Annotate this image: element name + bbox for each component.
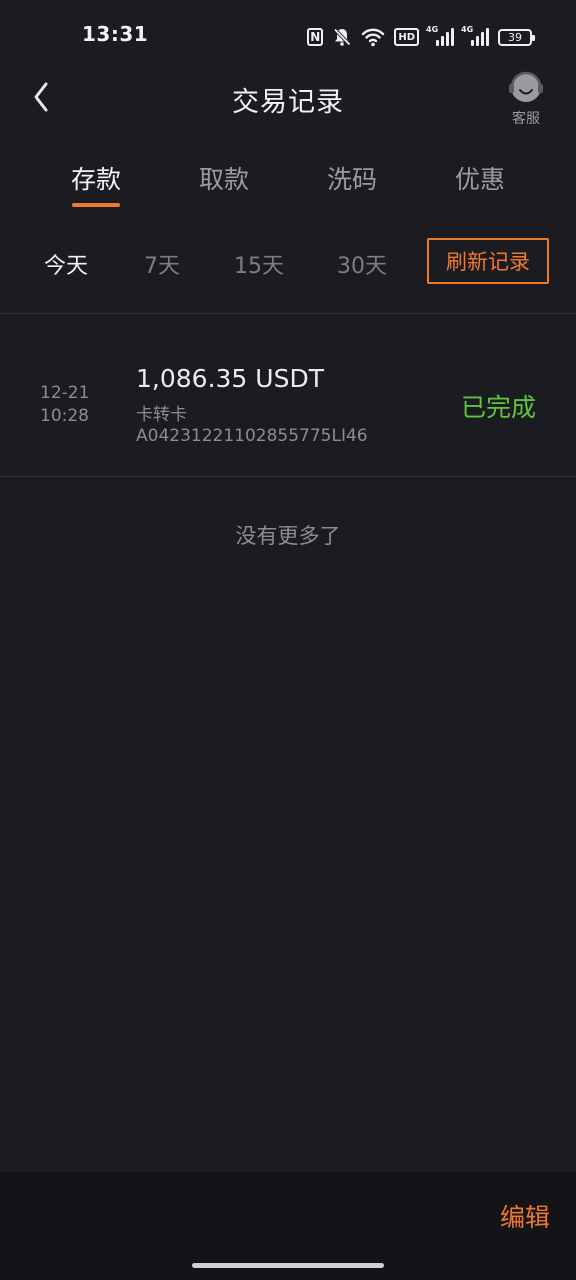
record-datetime: 12-21 10:28 (40, 382, 89, 428)
customer-service-label: 客服 (512, 111, 540, 127)
mute-bell-icon (332, 27, 352, 47)
customer-service-button[interactable]: 客服 (504, 68, 548, 128)
tab-deposit[interactable]: 存款 (46, 160, 146, 196)
filter-30-days[interactable]: 30天 (337, 248, 387, 280)
tab-withdraw[interactable]: 取款 (174, 160, 274, 196)
record-status: 已完成 (460, 393, 536, 422)
home-indicator[interactable] (192, 1263, 384, 1268)
network-type-label: 4G (461, 25, 474, 34)
record-time: 10:28 (40, 406, 89, 426)
divider (0, 476, 576, 477)
active-tab-indicator (72, 203, 120, 207)
battery-icon: 39 (498, 28, 535, 46)
signal-icon: 4G (426, 25, 454, 46)
wifi-icon (361, 27, 385, 47)
nfc-icon: N (307, 28, 324, 46)
transaction-type-tabs: 存款 取款 洗码 优惠 (0, 160, 576, 212)
headset-icon (509, 71, 543, 102)
hd-voice-icon: HD (394, 28, 419, 46)
date-filters: 今天 7天 15天 30天 刷新记录 (0, 238, 576, 284)
record-date: 12-21 (40, 383, 90, 403)
record-type: 卡转卡 (136, 405, 187, 425)
filter-today[interactable]: 今天 (44, 248, 88, 280)
filter-15-days[interactable]: 15天 (234, 248, 284, 280)
page-title: 交易记录 (232, 87, 344, 118)
record-id: A04231221102855775LI46 (136, 426, 368, 446)
filter-7-days[interactable]: 7天 (144, 248, 180, 280)
transaction-record[interactable]: 12-21 10:28 1,086.35 USDT 卡转卡 A042312211… (0, 314, 576, 476)
no-more-records-text: 没有更多了 (235, 524, 341, 548)
status-time: 13:31 (82, 22, 149, 46)
refresh-records-button[interactable]: 刷新记录 (427, 238, 549, 284)
network-type-label: 4G (426, 25, 439, 34)
record-amount: 1,086.35 USDT (136, 364, 324, 393)
header: 交易记录 客服 (0, 71, 576, 132)
edit-button[interactable]: 编辑 (500, 1198, 550, 1234)
status-icons: N HD 4G 4G 39 (307, 24, 535, 50)
status-bar: 13:31 N HD 4G 4G 39 (0, 0, 576, 72)
tab-promotion[interactable]: 优惠 (430, 160, 530, 196)
signal-icon: 4G (461, 25, 489, 46)
tab-rebate[interactable]: 洗码 (302, 160, 402, 196)
